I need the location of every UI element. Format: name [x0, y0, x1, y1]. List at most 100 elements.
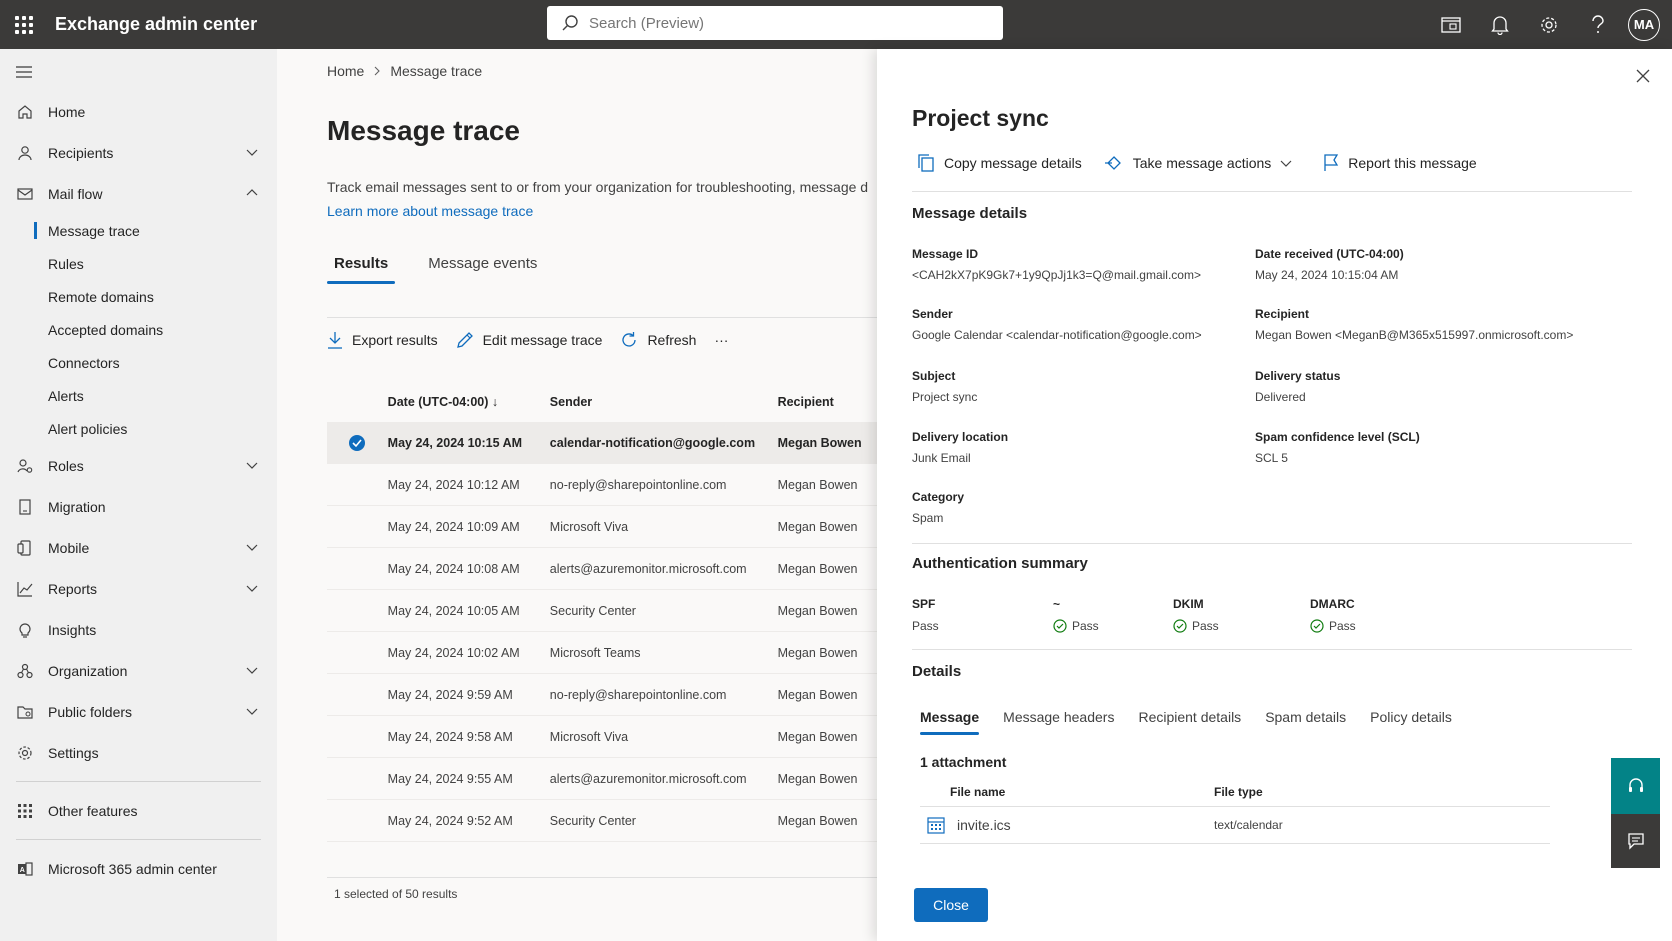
attachment-row[interactable]: invite.ics text/calendar: [920, 807, 1550, 844]
sidebar-subitem-remote-domains[interactable]: Remote domains: [0, 280, 277, 313]
selection-count: 1 selected of 50 results: [334, 887, 458, 901]
table-row[interactable]: May 24, 2024 10:05 AM Security Center Mega…: [327, 590, 877, 632]
calendar-file-icon: [927, 817, 945, 834]
checkmark-circle-icon: [349, 434, 366, 451]
avatar[interactable]: MA: [1628, 8, 1660, 41]
sidebar-subitem-accepted-domains[interactable]: Accepted domains: [0, 313, 277, 346]
divider: [912, 191, 1632, 192]
table-row[interactable]: May 24, 2024 10:12 AM no-reply@sharepoint…: [327, 464, 877, 506]
breadcrumb-home[interactable]: Home: [327, 63, 364, 79]
attachment-file-name[interactable]: invite.ics: [957, 817, 1011, 833]
details-tab-list: Message Message headers Recipient detail…: [920, 709, 1476, 735]
more-actions-button[interactable]: ···: [714, 332, 728, 348]
table-row[interactable]: May 24, 2024 9:58 AM Microsoft Viva Megan …: [327, 716, 877, 758]
table-row[interactable]: May 24, 2024 10:02 AM Microsoft Teams Mega…: [327, 632, 877, 674]
sidebar-item-insights[interactable]: Insights: [0, 609, 277, 650]
column-header-recipient[interactable]: Recipient: [778, 395, 877, 409]
table-row[interactable]: May 24, 2024 10:15 AM calendar-notificat…: [327, 422, 877, 464]
report-message-button[interactable]: Report this message: [1323, 154, 1477, 172]
sidebar-item-reports[interactable]: Reports: [0, 568, 277, 609]
table-row[interactable]: May 24, 2024 9:55 AM alerts@azuremonitor.…: [327, 758, 877, 800]
table-row[interactable]: May 24, 2024 10:08 AM alerts@azuremonitor…: [327, 548, 877, 590]
tab-results[interactable]: Results: [327, 255, 396, 284]
feedback-button[interactable]: [1611, 814, 1660, 868]
export-results-button[interactable]: Export results: [327, 331, 438, 349]
sidebar-item-label: Other features: [48, 802, 138, 819]
sidebar-subitem-connectors[interactable]: Connectors: [0, 346, 277, 379]
field-label: Date received (UTC-04:00): [1255, 247, 1404, 261]
field-value: Junk Email: [912, 451, 971, 465]
cell-recipient: Megan Bowen: [777, 645, 858, 660]
auth-unlabeled: ~ Pass: [1053, 597, 1099, 633]
sidebar-item-label: Insights: [48, 621, 97, 638]
panel-title: Project sync: [912, 105, 1049, 131]
sidebar-item-roles[interactable]: Roles: [0, 445, 277, 486]
app-launcher-button[interactable]: [0, 0, 48, 49]
chevron-down-icon: [246, 667, 258, 674]
column-header-sender[interactable]: Sender: [550, 395, 778, 409]
authentication-summary-heading: Authentication summary: [912, 555, 1088, 572]
table-row[interactable]: May 24, 2024 10:09 AM Microsoft Viva Megan…: [327, 506, 877, 548]
tab-policy-details[interactable]: Policy details: [1370, 709, 1452, 735]
edit-message-trace-button[interactable]: Edit message trace: [456, 331, 602, 349]
take-message-actions-button[interactable]: Take message actions: [1104, 155, 1302, 171]
sidebar-item-public-folders[interactable]: Public folders: [0, 691, 277, 732]
check-circle-icon: [1173, 619, 1187, 633]
help-support-button[interactable]: [1611, 758, 1660, 814]
help-button[interactable]: [1573, 0, 1622, 49]
notifications-button[interactable]: [1475, 0, 1524, 49]
field-message-id: Message ID <CAH2kX7pK9Gk7+1y9QpJj1k3=Q@m…: [912, 247, 1201, 282]
sidebar-item-organization[interactable]: Organization: [0, 650, 277, 691]
sidebar-item-label: Mail flow: [48, 185, 103, 202]
sidebar-divider: [16, 781, 261, 782]
search-input[interactable]: [589, 14, 969, 32]
sidebar-subitem-alerts[interactable]: Alerts: [0, 379, 277, 412]
cell-sender: calendar-notification@google.com: [549, 435, 756, 450]
column-header-file-type[interactable]: File type: [1214, 785, 1514, 799]
results-table: Date (UTC-04:00) ↓ Sender Recipient May …: [327, 382, 877, 842]
cell-date: May 24, 2024 10:12 AM: [387, 477, 520, 492]
copy-message-details-button[interactable]: Copy message details: [917, 154, 1082, 172]
sidebar-item-label: Microsoft 365 admin center: [48, 860, 217, 877]
sidebar-item-mail-flow[interactable]: Mail flow: [0, 173, 277, 214]
field-label: Delivery status: [1255, 369, 1341, 383]
column-header-date[interactable]: Date (UTC-04:00) ↓: [388, 395, 550, 409]
table-row[interactable]: May 24, 2024 9:59 AM no-reply@sharepointo…: [327, 674, 877, 716]
sidebar-item-recipients[interactable]: Recipients: [0, 132, 277, 173]
search-box[interactable]: [547, 6, 1003, 40]
learn-more-link[interactable]: Learn more about message trace: [327, 203, 533, 219]
sidebar-subitem-alert-policies[interactable]: Alert policies: [0, 412, 277, 445]
collapse-nav-button[interactable]: [16, 65, 32, 83]
refresh-icon: [622, 332, 637, 347]
sidebar-subitem-message-trace[interactable]: Message trace: [0, 214, 277, 247]
sidebar-subitem-rules[interactable]: Rules: [0, 247, 277, 280]
sidebar-item-m365-admin-center[interactable]: A Microsoft 365 admin center: [0, 848, 277, 889]
column-header-file-name[interactable]: File name: [920, 785, 1214, 799]
auth-value: Pass: [1192, 619, 1219, 633]
field-label: Sender: [912, 307, 953, 321]
tab-message[interactable]: Message: [920, 709, 980, 735]
sidebar-item-label: Recipients: [48, 144, 114, 161]
table-row[interactable]: May 24, 2024 9:52 AM Security Center Megan…: [327, 800, 877, 842]
sidebar-item-other-features[interactable]: Other features: [0, 790, 277, 831]
top-bar: Exchange admin center MA: [0, 0, 1672, 49]
tab-message-headers[interactable]: Message headers: [1003, 709, 1114, 735]
sidebar-item-settings[interactable]: Settings: [0, 732, 277, 773]
headset-icon: [1628, 778, 1643, 792]
chevron-right-icon: [374, 66, 381, 76]
sidebar-item-home[interactable]: Home: [0, 91, 277, 132]
refresh-button[interactable]: Refresh: [620, 331, 696, 349]
feedback-window-button[interactable]: [1426, 0, 1475, 49]
sidebar-item-label: Home: [48, 103, 86, 120]
row-checkbox[interactable]: [327, 434, 388, 452]
close-button[interactable]: Close: [914, 888, 988, 922]
field-date-received: Date received (UTC-04:00) May 24, 2024 1…: [1255, 247, 1404, 282]
close-panel-button[interactable]: [1636, 69, 1650, 88]
app-title[interactable]: Exchange admin center: [55, 14, 257, 35]
settings-button[interactable]: [1524, 0, 1573, 49]
tab-spam-details[interactable]: Spam details: [1265, 709, 1346, 735]
sidebar-item-migration[interactable]: Migration: [0, 486, 277, 527]
sidebar-item-mobile[interactable]: Mobile: [0, 527, 277, 568]
tab-recipient-details[interactable]: Recipient details: [1138, 709, 1241, 735]
tab-message-events[interactable]: Message events: [421, 255, 544, 284]
